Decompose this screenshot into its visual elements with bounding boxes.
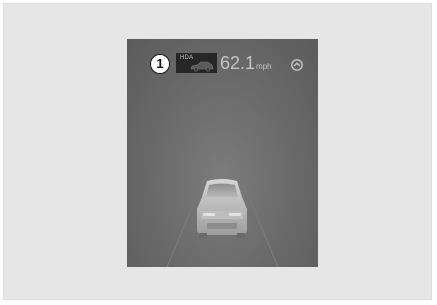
speed-unit: mph bbox=[256, 62, 272, 71]
speed-value: 62.1 bbox=[220, 53, 256, 73]
set-speed: 62.1mph bbox=[220, 53, 272, 77]
callout-number: 1 bbox=[150, 54, 170, 74]
cruise-control-icon bbox=[291, 59, 303, 71]
own-vehicle-icon bbox=[197, 179, 247, 238]
car-side-icon bbox=[190, 61, 214, 72]
hda-indicator: HDA bbox=[176, 53, 217, 73]
